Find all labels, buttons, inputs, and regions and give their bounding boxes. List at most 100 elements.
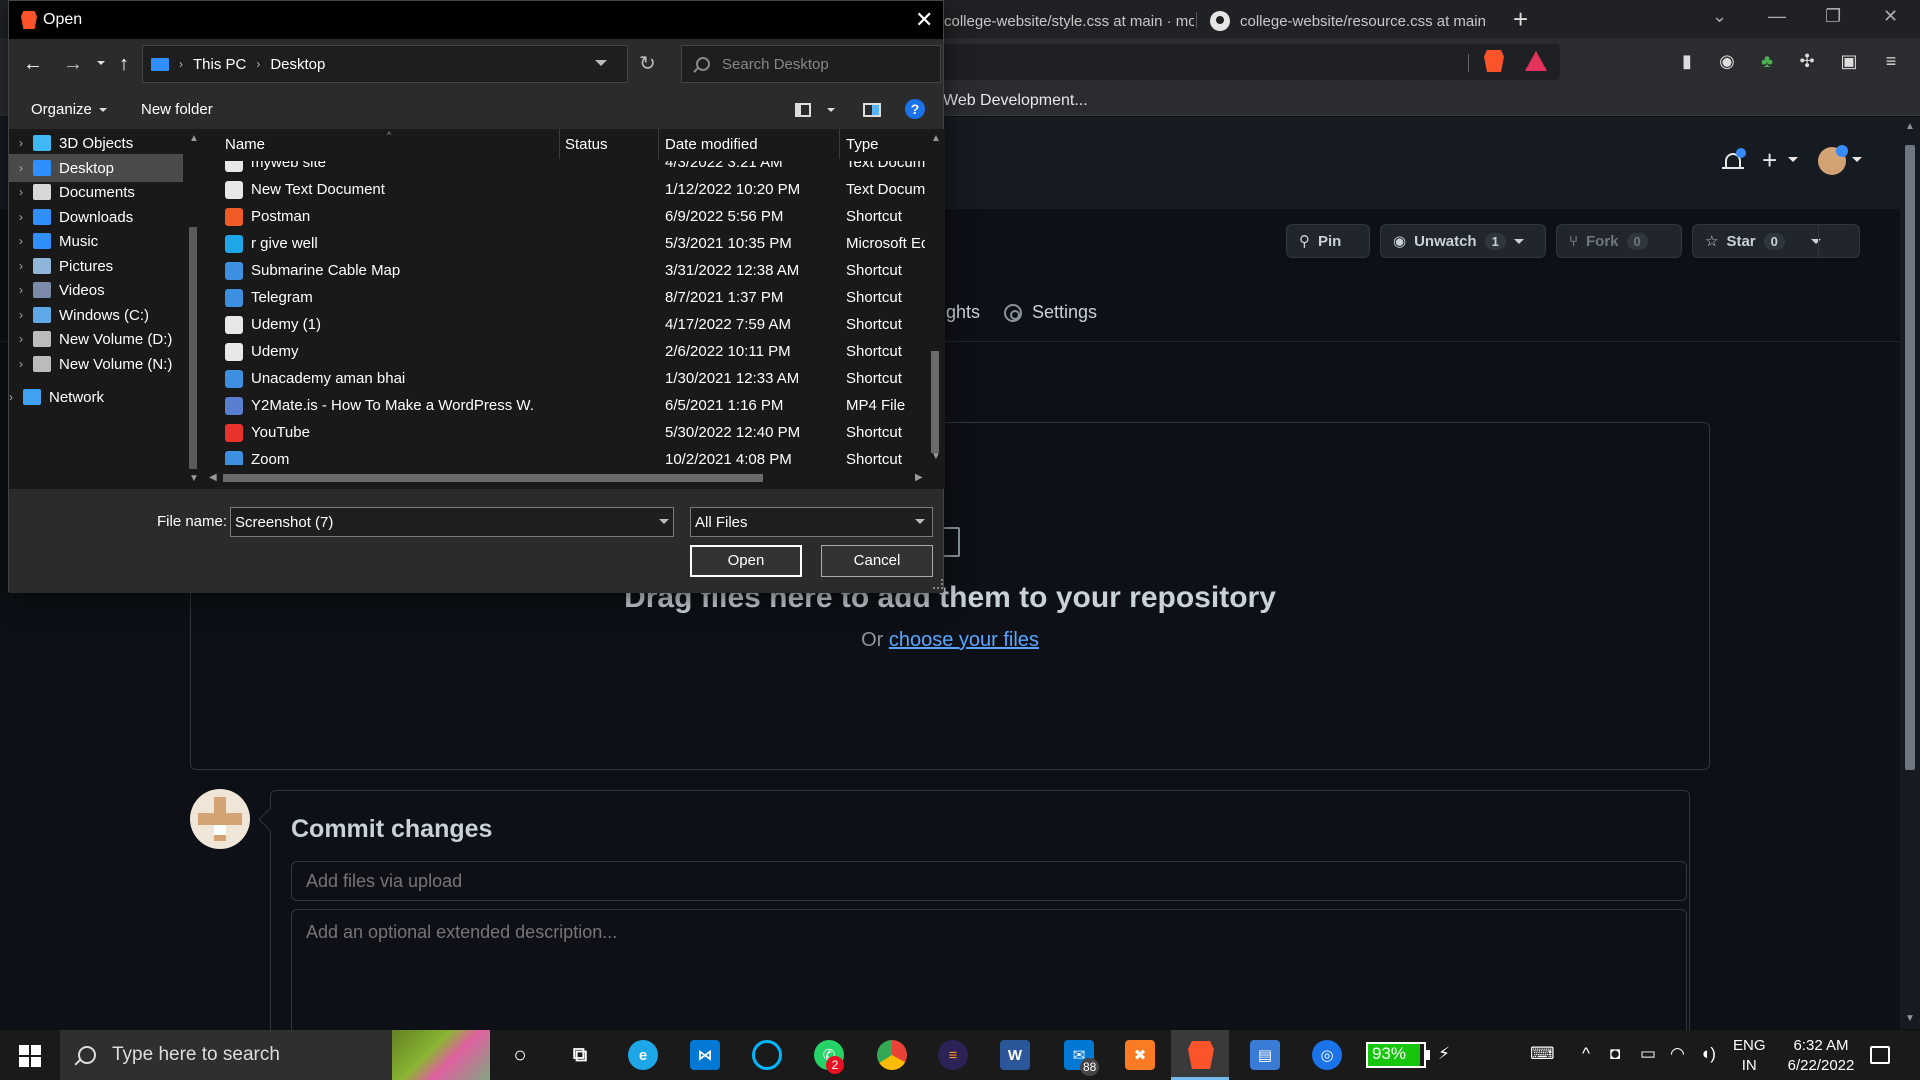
globe-app-icon[interactable]: ◎: [1312, 1040, 1342, 1070]
brave-rewards-icon[interactable]: [1525, 50, 1547, 72]
chevron-right-icon[interactable]: ›: [9, 210, 33, 224]
close-icon[interactable]: ✕: [915, 7, 933, 33]
up-arrow-icon[interactable]: ↑: [119, 53, 129, 76]
create-new-plus-icon[interactable]: +: [1762, 145, 1777, 176]
camera-icon[interactable]: ◘: [1610, 1044, 1620, 1064]
file-type-select[interactable]: All Files: [690, 507, 933, 537]
refresh-icon[interactable]: ↻: [639, 51, 656, 76]
chevron-right-icon[interactable]: ›: [9, 357, 33, 371]
chrome-icon[interactable]: [877, 1040, 907, 1070]
chevron-right-icon[interactable]: ›: [9, 259, 33, 273]
close-window-button[interactable]: ✕: [1883, 6, 1898, 27]
extension-icon[interactable]: ▮: [1676, 50, 1698, 72]
page-scrollbar[interactable]: ▲ ▼: [1900, 117, 1920, 1029]
windows-start-icon[interactable]: [19, 1045, 41, 1067]
tree-item[interactable]: › Documents: [9, 178, 183, 206]
file-row[interactable]: Unacademy aman bhai 1/30/2021 12:33 AM Sho…: [203, 365, 925, 392]
scroll-up-icon[interactable]: ▲: [931, 133, 941, 144]
star-list-chevron-icon[interactable]: [1810, 238, 1821, 244]
show-hidden-icons-chevron-icon[interactable]: ^: [1582, 1044, 1590, 1064]
address-breadcrumb[interactable]: › This PC › Desktop: [142, 45, 628, 83]
tree-scrollbar[interactable]: ▲ ▼: [183, 129, 203, 489]
wifi-icon[interactable]: ◠: [1670, 1044, 1685, 1064]
column-header-name[interactable]: Name: [203, 129, 523, 159]
tree-item[interactable]: › Network: [0, 383, 173, 411]
browser-tab[interactable]: college-website/style.css at main · mo: [944, 4, 1194, 38]
wallet-icon[interactable]: ▣: [1838, 50, 1860, 72]
notifications-icon[interactable]: [1870, 1046, 1890, 1064]
chevron-right-icon[interactable]: ›: [9, 185, 33, 199]
preview-pane-icon[interactable]: [863, 103, 881, 117]
file-list-horizontal-scrollbar[interactable]: ◀ ▶: [203, 467, 945, 489]
tree-item[interactable]: › Music: [9, 227, 183, 255]
breadcrumb-this-pc[interactable]: This PC: [193, 56, 246, 73]
chevron-right-icon[interactable]: ›: [9, 332, 33, 346]
brave-icon[interactable]: [1186, 1040, 1216, 1070]
volume-icon[interactable]: ◖): [1700, 1044, 1716, 1064]
back-arrow-icon[interactable]: ←: [23, 53, 43, 76]
chevron-right-icon[interactable]: ›: [9, 308, 33, 322]
file-row[interactable]: Postman 6/9/2022 5:56 PM Shortcut: [203, 203, 925, 230]
extensions-puzzle-icon[interactable]: ✣: [1796, 50, 1818, 72]
star-button[interactable]: ☆ Star 0: [1692, 224, 1860, 258]
file-name-input[interactable]: [230, 507, 674, 537]
file-row[interactable]: Udemy 2/6/2022 10:11 PM Shortcut: [203, 338, 925, 365]
restore-button[interactable]: ❐: [1825, 6, 1841, 27]
bookmark-folder[interactable]: Web Development...: [943, 92, 1088, 110]
scroll-down-icon[interactable]: ▼: [1905, 1013, 1915, 1024]
eclipse-icon[interactable]: ≡: [938, 1040, 968, 1070]
column-header-type[interactable]: Type: [824, 129, 924, 159]
open-button[interactable]: Open: [690, 545, 802, 577]
recent-locations-chevron-icon[interactable]: [97, 61, 105, 65]
tab-insights[interactable]: ghts: [946, 302, 980, 323]
address-bar[interactable]: [930, 44, 1560, 80]
choose-files-link[interactable]: choose your files: [889, 629, 1039, 651]
file-list-vertical-scrollbar[interactable]: ▲ ▼: [925, 129, 945, 465]
language-indicator[interactable]: ENG IN: [1733, 1036, 1766, 1076]
word-icon[interactable]: W: [1000, 1040, 1030, 1070]
scroll-thumb[interactable]: [189, 227, 197, 469]
forward-arrow-icon[interactable]: →: [63, 53, 83, 76]
new-folder-button[interactable]: New folder: [141, 101, 213, 118]
chevron-down-icon[interactable]: [595, 60, 607, 66]
tree-item[interactable]: › Videos: [9, 276, 183, 304]
file-row[interactable]: Zoom 10/2/2021 4:08 PM Shortcut: [203, 446, 925, 465]
file-row[interactable]: New Text Document 1/12/2022 10:20 PM Text …: [203, 176, 925, 203]
cortana-icon[interactable]: ○: [505, 1040, 535, 1070]
battery-icon[interactable]: ▭: [1640, 1044, 1656, 1064]
edge-icon[interactable]: e: [628, 1040, 658, 1070]
fork-button[interactable]: ⑂ Fork 0: [1556, 224, 1682, 258]
scroll-right-icon[interactable]: ▶: [915, 472, 923, 483]
chevron-right-icon[interactable]: ›: [9, 136, 33, 150]
desktop-app-icon[interactable]: ▤: [1250, 1040, 1280, 1070]
file-row[interactable]: YouTube 5/30/2022 12:40 PM Shortcut: [203, 419, 925, 446]
scroll-up-icon[interactable]: ▲: [189, 133, 199, 144]
search-input[interactable]: Search Desktop: [681, 45, 941, 83]
chevron-down-icon[interactable]: [659, 519, 669, 524]
file-row[interactable]: Telegram 8/7/2021 1:37 PM Shortcut: [203, 284, 925, 311]
chevron-down-icon[interactable]: [915, 519, 925, 524]
battery-indicator[interactable]: 93%: [1366, 1042, 1426, 1068]
clock[interactable]: 6:32 AM 6/22/2022: [1776, 1036, 1866, 1076]
scroll-left-icon[interactable]: ◀: [209, 472, 217, 483]
chevron-right-icon[interactable]: ›: [9, 234, 33, 248]
file-row[interactable]: Udemy (1) 4/17/2022 7:59 AM Shortcut: [203, 311, 925, 338]
extension-tree-icon[interactable]: ♣: [1756, 50, 1778, 72]
resize-grip-icon[interactable]: [933, 579, 943, 589]
chevron-right-icon[interactable]: ›: [9, 161, 33, 175]
tree-item[interactable]: › 3D Objects: [9, 129, 183, 157]
breadcrumb-desktop[interactable]: Desktop: [270, 56, 325, 73]
commit-summary-input[interactable]: [291, 861, 1687, 901]
notifications-bell-icon[interactable]: [1722, 148, 1746, 173]
scroll-up-icon[interactable]: ▲: [1905, 121, 1915, 132]
chevron-right-icon[interactable]: ›: [9, 283, 33, 297]
keyboard-icon[interactable]: ⌨: [1530, 1044, 1555, 1064]
unwatch-button[interactable]: ◉ Unwatch 1: [1380, 224, 1546, 258]
file-row[interactable]: Submarine Cable Map 3/31/2022 12:38 AM Sho…: [203, 257, 925, 284]
file-row[interactable]: Y2Mate.is - How To Make a WordPress W...…: [203, 392, 925, 419]
task-view-icon[interactable]: ⧉: [565, 1040, 595, 1070]
brave-shields-icon[interactable]: [1483, 50, 1505, 72]
scroll-down-icon[interactable]: ▼: [931, 451, 941, 462]
file-row[interactable]: r give well 5/3/2021 10:35 PM Microsoft Ed…: [203, 230, 925, 257]
extension-mask-icon[interactable]: ◉: [1716, 50, 1738, 72]
